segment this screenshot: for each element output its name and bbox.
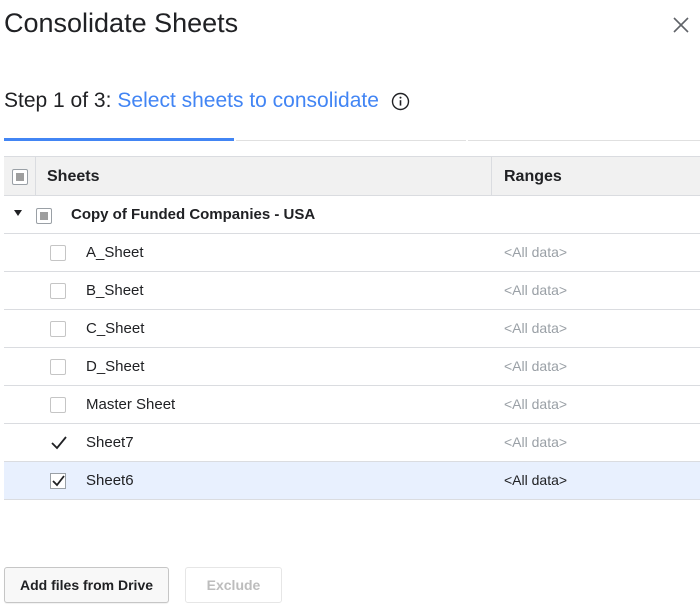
table-header: Sheets Ranges [4, 156, 700, 196]
close-icon[interactable] [668, 12, 694, 38]
info-icon[interactable] [391, 92, 410, 111]
table-row[interactable]: Sheet7 <All data> [4, 424, 700, 462]
sheet-name: B_Sheet [86, 282, 144, 299]
table-row-selected[interactable]: Sheet6 <All data> [4, 462, 700, 500]
sheet-name: D_Sheet [86, 358, 145, 375]
table-row[interactable]: A_Sheet <All data> [4, 234, 700, 272]
row-checkbox[interactable] [50, 397, 66, 413]
check-icon[interactable] [50, 473, 68, 489]
step-progress-2 [236, 140, 466, 141]
sheet-name: C_Sheet [86, 320, 145, 337]
sheet-name: Master Sheet [86, 396, 176, 413]
step-progress-3 [468, 140, 700, 141]
group-checkbox[interactable] [36, 208, 52, 224]
sheet-range: <All data> [504, 282, 568, 298]
table-row[interactable]: C_Sheet <All data> [4, 310, 700, 348]
sheet-name: Sheet7 [86, 434, 134, 451]
sheet-range: <All data> [504, 244, 568, 260]
sheet-name: Sheet6 [86, 472, 134, 489]
row-checkbox[interactable] [50, 283, 66, 299]
sheet-range: <All data> [504, 396, 568, 412]
sheet-range: <All data> [504, 320, 568, 336]
step-label: Select sheets to consolidate [117, 89, 379, 112]
expand-caret-icon[interactable] [14, 210, 22, 216]
step-heading: Step 1 of 3: Select sheets to consolidat… [4, 89, 410, 113]
select-all-checkbox[interactable] [12, 169, 28, 185]
check-icon[interactable] [50, 435, 68, 451]
row-checkbox[interactable] [50, 245, 66, 261]
sheets-column-header: Sheets [47, 168, 100, 185]
table-row[interactable]: D_Sheet <All data> [4, 348, 700, 386]
group-row[interactable]: Copy of Funded Companies - USA [4, 196, 700, 234]
exclude-button[interactable]: Exclude [185, 567, 282, 603]
row-checkbox[interactable] [50, 321, 66, 337]
step-progress-1 [4, 138, 234, 141]
sheets-table: Sheets Ranges Copy of Funded Companies -… [4, 156, 700, 500]
add-files-from-drive-button[interactable]: Add files from Drive [4, 567, 169, 603]
sheet-range: <All data> [504, 358, 568, 374]
group-name: Copy of Funded Companies - USA [71, 206, 316, 223]
ranges-column-header: Ranges [504, 168, 562, 185]
step-prefix: Step 1 of 3: [4, 89, 112, 112]
table-row[interactable]: B_Sheet <All data> [4, 272, 700, 310]
row-checkbox[interactable] [50, 359, 66, 375]
dialog-title: Consolidate Sheets [4, 8, 239, 38]
sheet-range: <All data> [504, 434, 568, 450]
sheet-range: <All data> [504, 472, 568, 488]
table-row[interactable]: Master Sheet <All data> [4, 386, 700, 424]
sheet-name: A_Sheet [86, 244, 144, 261]
